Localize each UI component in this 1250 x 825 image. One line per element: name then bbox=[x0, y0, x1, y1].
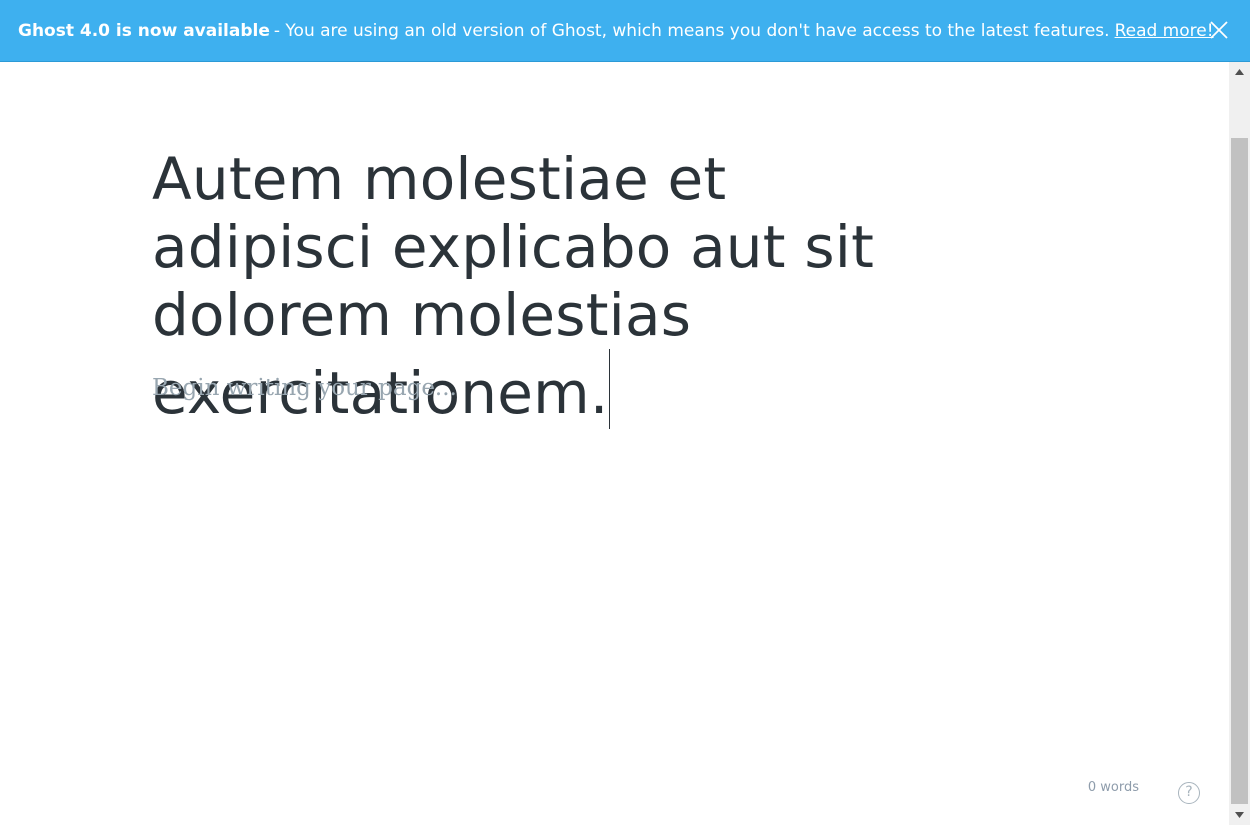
banner-message: - You are using an old version of Ghost,… bbox=[273, 20, 1110, 41]
help-button[interactable]: ? bbox=[1178, 782, 1200, 804]
vertical-scrollbar[interactable] bbox=[1229, 62, 1250, 825]
upgrade-banner: Ghost 4.0 is now available - You are usi… bbox=[0, 0, 1250, 62]
scroll-up-arrow-icon[interactable] bbox=[1229, 62, 1250, 82]
scrollbar-thumb[interactable] bbox=[1231, 138, 1248, 804]
word-count: 0 words bbox=[1087, 780, 1139, 795]
close-icon[interactable] bbox=[1210, 21, 1228, 39]
post-body-editor[interactable]: Begin writing your page... bbox=[152, 375, 457, 401]
banner-headline: Ghost 4.0 is now available bbox=[18, 20, 270, 41]
editor-canvas: Autem molestiae et adipisci explicabo au… bbox=[0, 62, 1229, 825]
read-more-link[interactable]: Read more! bbox=[1115, 21, 1214, 41]
scroll-down-arrow-icon[interactable] bbox=[1229, 805, 1250, 825]
text-caret bbox=[609, 349, 611, 429]
